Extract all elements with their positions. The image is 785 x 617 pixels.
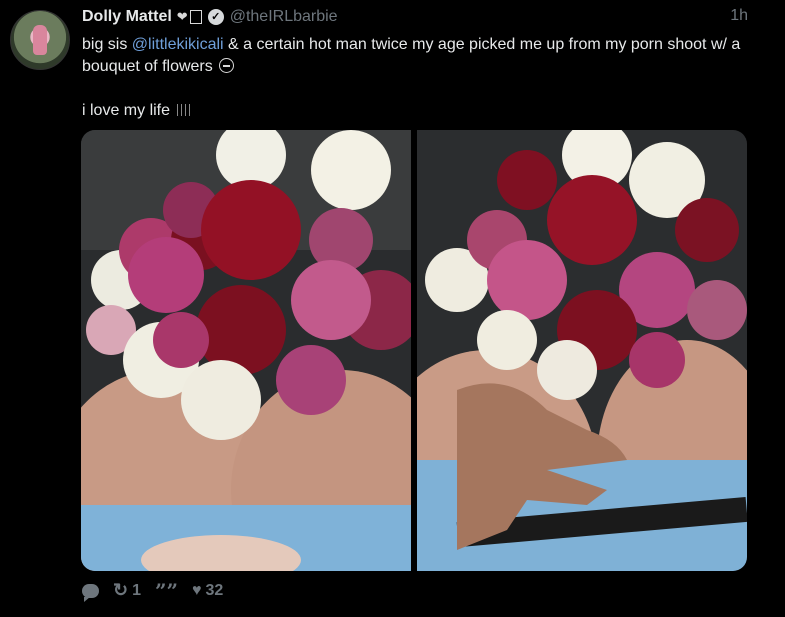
media-grid	[81, 130, 747, 571]
mention-link[interactable]: @littlekikicali	[132, 36, 224, 53]
retweet-button[interactable]: ↻ 1	[113, 580, 141, 601]
quote-button[interactable]: ””	[155, 578, 179, 603]
reply-icon	[82, 583, 99, 602]
emoji-glyph-icon	[185, 104, 187, 116]
emoji-glyph-icon	[177, 104, 179, 116]
avatar[interactable]	[10, 10, 70, 70]
timestamp[interactable]: 1h	[730, 7, 748, 25]
media-photo-1[interactable]	[81, 130, 411, 571]
like-count: 32	[205, 581, 224, 599]
user-handle[interactable]: @theIRLbarbie	[230, 8, 338, 26]
retweet-icon: ↻	[113, 580, 129, 600]
avatar-figure	[33, 25, 47, 55]
display-name[interactable]: Dolly Mattel	[82, 8, 172, 26]
tweet-text: big sis @littlekikicali & a certain hot …	[82, 34, 742, 122]
like-button[interactable]: ♥ 32	[192, 582, 223, 600]
reply-button[interactable]	[82, 583, 99, 602]
emoji-glyph-icon	[181, 104, 183, 116]
heart-icon: ❤	[176, 9, 188, 24]
media-photo-2[interactable]	[417, 130, 747, 571]
quote-icon: ””	[155, 578, 179, 603]
tweet-text-part: big sis	[82, 36, 132, 53]
verified-icon: ✓	[207, 9, 224, 25]
retweet-count: 1	[132, 581, 141, 599]
missing-glyph-icon	[189, 10, 202, 24]
tweet-header: Dolly Mattel ❤ ✓ @theIRLbarbie	[82, 7, 749, 27]
grimace-emoji-icon	[219, 58, 235, 73]
tweet-text-line: i love my life	[82, 102, 175, 119]
like-icon: ♥	[192, 581, 202, 599]
tweet-actions: ↻ 1 ”” ♥ 32	[82, 578, 237, 603]
emoji-glyph-icon	[189, 104, 191, 116]
